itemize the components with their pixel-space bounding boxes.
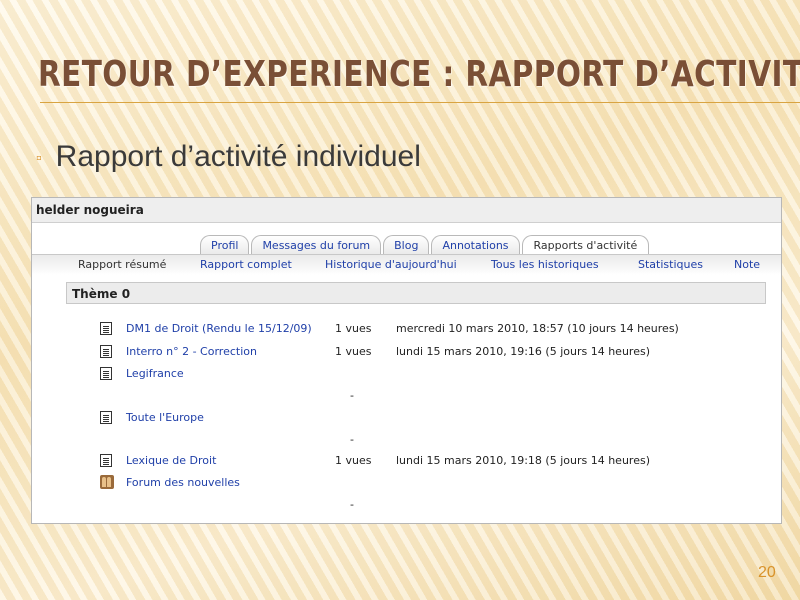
moodle-screenshot: helder nogueira Profil Messages du forum… bbox=[31, 197, 782, 524]
resource-link[interactable]: Interro n° 2 - Correction bbox=[126, 345, 257, 358]
resource-views: 1 vues bbox=[335, 454, 372, 467]
resource-views: 1 vues bbox=[335, 345, 372, 358]
tab-profil[interactable]: Profil bbox=[200, 235, 250, 256]
resource-last-access: lundi 15 mars 2010, 19:18 (5 jours 14 he… bbox=[396, 454, 650, 467]
resource-last-access: mercredi 10 mars 2010, 18:57 (10 jours 1… bbox=[396, 322, 679, 335]
subtab-note[interactable]: Note bbox=[734, 258, 760, 271]
tab-annotations[interactable]: Annotations bbox=[431, 235, 520, 256]
subtab-tous-les-historiques[interactable]: Tous les historiques bbox=[491, 258, 599, 271]
resource-row: Interro n° 2 - Correction 1 vues lundi 1… bbox=[32, 343, 732, 363]
subtab-statistiques[interactable]: Statistiques bbox=[638, 258, 703, 271]
resource-views: 1 vues bbox=[335, 322, 372, 335]
resource-link[interactable]: Legifrance bbox=[126, 367, 184, 380]
document-icon bbox=[100, 345, 112, 358]
tab-messages-du-forum[interactable]: Messages du forum bbox=[251, 235, 382, 256]
slide-title: RETOUR D’EXPERIENCE : RAPPORT D’ACTIVITÉ bbox=[38, 54, 800, 95]
section-header: Thème 0 bbox=[66, 282, 766, 304]
title-divider bbox=[40, 102, 800, 103]
resource-row: Forum des nouvelles - bbox=[32, 474, 732, 511]
bullet-item: ▫ Rapport d’activité individuel bbox=[36, 140, 421, 174]
bullet-square-icon: ▫ bbox=[36, 150, 42, 167]
subtab-historique-aujourdhui[interactable]: Historique d'aujourd'hui bbox=[325, 258, 457, 271]
resource-row: Lexique de Droit 1 vues lundi 15 mars 20… bbox=[32, 452, 732, 472]
document-icon bbox=[100, 367, 112, 380]
resource-row: Legifrance - bbox=[32, 365, 732, 402]
user-name[interactable]: helder nogueira bbox=[36, 203, 144, 217]
resource-link[interactable]: Lexique de Droit bbox=[126, 454, 216, 467]
user-header: helder nogueira bbox=[32, 198, 781, 223]
resource-row: DM1 de Droit (Rendu le 15/12/09) 1 vues … bbox=[32, 320, 732, 340]
page-number: 20 bbox=[758, 564, 776, 581]
bullet-text: Rapport d’activité individuel bbox=[55, 140, 421, 173]
report-subtabs: Rapport résumé Rapport complet Historiqu… bbox=[32, 254, 781, 275]
document-icon bbox=[100, 411, 112, 424]
section-title: Thème 0 bbox=[72, 287, 131, 301]
subtab-rapport-complet[interactable]: Rapport complet bbox=[200, 258, 292, 271]
resource-link[interactable]: Forum des nouvelles bbox=[126, 476, 240, 489]
resource-views: - bbox=[350, 433, 354, 446]
document-icon bbox=[100, 454, 112, 467]
subtab-rapport-resume[interactable]: Rapport résumé bbox=[78, 258, 166, 271]
resource-last-access: lundi 15 mars 2010, 19:16 (5 jours 14 he… bbox=[396, 345, 650, 358]
resource-row: Toute l'Europe - bbox=[32, 409, 732, 446]
document-icon bbox=[100, 322, 112, 335]
forum-icon bbox=[100, 475, 114, 489]
resource-views: - bbox=[350, 389, 354, 402]
resource-link[interactable]: Toute l'Europe bbox=[126, 411, 204, 424]
tab-blog[interactable]: Blog bbox=[383, 235, 430, 256]
resource-views: - bbox=[350, 498, 354, 511]
resource-link[interactable]: DM1 de Droit (Rendu le 15/12/09) bbox=[126, 322, 312, 335]
